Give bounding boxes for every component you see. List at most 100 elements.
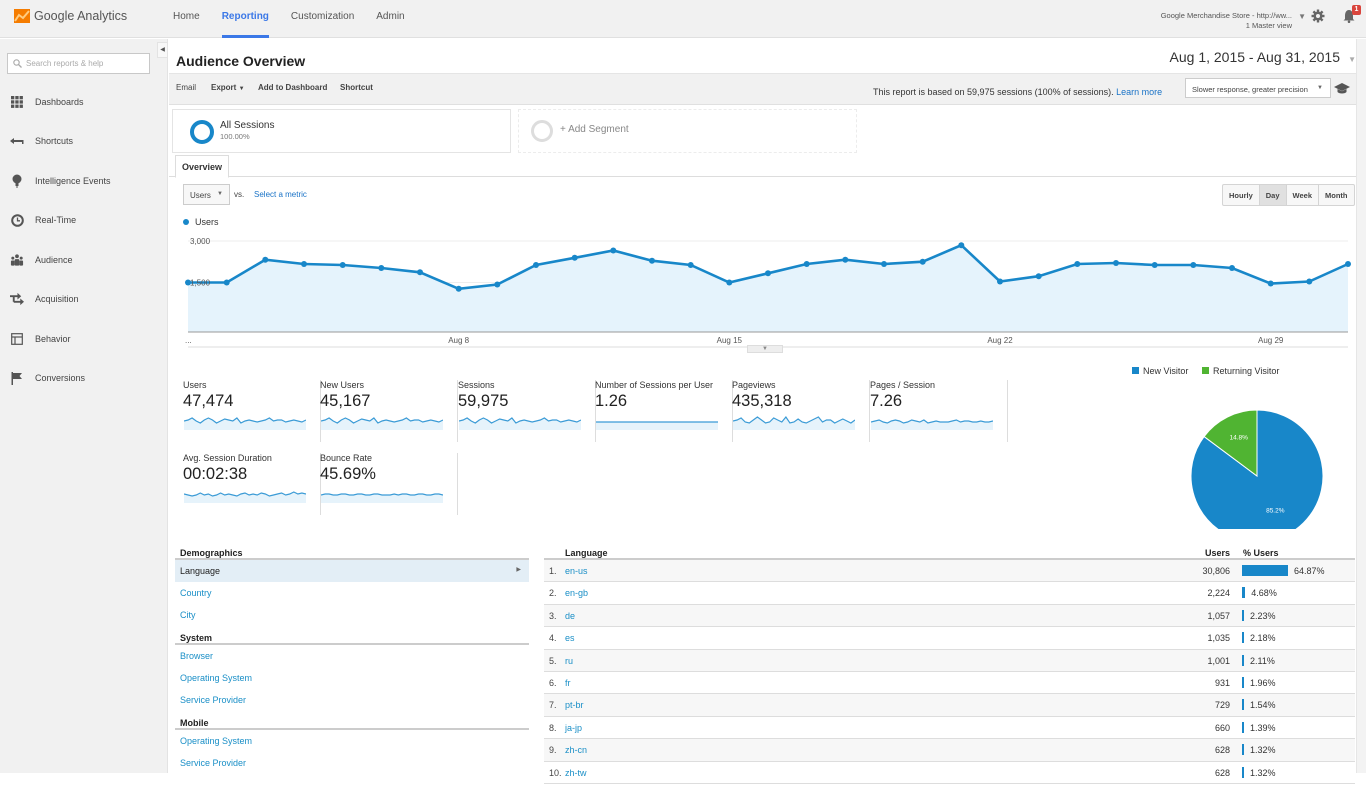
data-point[interactable] xyxy=(223,279,230,286)
nav-reporting[interactable]: Reporting xyxy=(212,0,279,38)
dim-service-provider[interactable]: Service Provider xyxy=(175,689,529,711)
ga-logo[interactable]: Google Analytics xyxy=(14,9,127,23)
legend-label[interactable]: New Visitor xyxy=(1143,366,1188,376)
shortcut-button[interactable]: Shortcut xyxy=(340,83,373,92)
pct-bar xyxy=(1242,699,1244,711)
data-point[interactable] xyxy=(1074,261,1081,267)
data-point[interactable] xyxy=(687,262,694,268)
date-range-picker[interactable]: Aug 1, 2015 - Aug 31, 2015 xyxy=(1170,49,1340,65)
language-link[interactable]: ja-jp xyxy=(565,723,582,733)
select-metric-link[interactable]: Select a metric xyxy=(254,190,307,199)
precision-select[interactable]: Slower response, greater precision ▼ xyxy=(1185,78,1331,98)
nav-customization[interactable]: Customization xyxy=(281,0,364,38)
data-point[interactable] xyxy=(958,242,965,249)
sidebar-item-shortcuts[interactable]: Shortcuts xyxy=(0,131,168,151)
language-link[interactable]: ru xyxy=(565,656,573,666)
scorecard-bounce-rate[interactable]: Bounce Rate 45.69% xyxy=(320,453,458,515)
scorecard-sessions[interactable]: Sessions 59,975 xyxy=(458,380,596,442)
segment-all-sessions[interactable]: All Sessions 100.00% xyxy=(172,109,511,153)
language-link[interactable]: zh-tw xyxy=(565,768,587,778)
data-point[interactable] xyxy=(610,247,617,254)
collapse-sidebar-button[interactable]: ◀ xyxy=(157,42,168,58)
data-point[interactable] xyxy=(726,279,733,286)
dim-city[interactable]: City xyxy=(175,604,529,626)
export-button[interactable]: Export ▼ xyxy=(211,83,245,92)
metric-select[interactable]: Users ▼ xyxy=(183,184,230,205)
sidebar-item-real-time[interactable]: Real-Time xyxy=(0,210,168,230)
chart-resize-handle[interactable]: ▼ xyxy=(747,345,783,353)
sidebar-item-behavior[interactable]: Behavior xyxy=(0,329,168,349)
sidebar-item-conversions[interactable]: Conversions xyxy=(0,368,168,388)
legend-label[interactable]: Returning Visitor xyxy=(1213,366,1279,376)
data-point[interactable] xyxy=(1267,280,1274,287)
data-point[interactable] xyxy=(1306,278,1313,285)
report-toolbar: Email Export ▼ Add to Dashboard Shortcut… xyxy=(169,74,1366,105)
tab-overview[interactable]: Overview xyxy=(175,155,230,178)
scorecard-number-of-sessions-per-user[interactable]: Number of Sessions per User 1.26 xyxy=(595,380,733,442)
scorecard-new-users[interactable]: New Users 45,167 xyxy=(320,380,458,442)
data-point[interactable] xyxy=(455,285,462,292)
scorecard-pageviews[interactable]: Pageviews 435,318 xyxy=(732,380,870,442)
data-point[interactable] xyxy=(533,262,539,268)
language-link[interactable]: es xyxy=(565,633,575,643)
sidebar-item-audience[interactable]: Audience xyxy=(0,250,168,270)
data-point[interactable] xyxy=(1035,273,1042,280)
granularity-week[interactable]: Week xyxy=(1287,185,1319,205)
add-segment-button[interactable]: + Add Segment xyxy=(518,109,857,153)
dim-country[interactable]: Country xyxy=(175,582,529,604)
language-link[interactable]: pt-br xyxy=(565,700,584,710)
data-point[interactable] xyxy=(919,258,926,265)
data-point[interactable] xyxy=(339,262,346,268)
language-link[interactable]: de xyxy=(565,611,575,621)
graduation-cap-icon[interactable] xyxy=(1334,83,1350,95)
dim-mobile-service-provider[interactable]: Service Provider xyxy=(175,752,529,774)
scorecard-avg-session-duration[interactable]: Avg. Session Duration 00:02:38 xyxy=(183,453,321,515)
data-point[interactable] xyxy=(881,261,887,267)
data-point[interactable] xyxy=(842,256,849,263)
data-point[interactable] xyxy=(1113,260,1119,266)
dim-browser[interactable]: Browser xyxy=(175,645,529,667)
data-point[interactable] xyxy=(494,281,501,288)
dimension-panel: Demographics Language ▶ Country City Syst… xyxy=(175,544,529,774)
dim-operating-system[interactable]: Operating System xyxy=(175,667,529,689)
email-button[interactable]: Email xyxy=(176,83,196,92)
nav-home[interactable]: Home xyxy=(173,0,210,38)
sidebar-item-intelligence-events[interactable]: Intelligence Events xyxy=(0,171,168,191)
language-link[interactable]: fr xyxy=(565,678,571,688)
data-point[interactable] xyxy=(1229,265,1235,271)
data-point[interactable] xyxy=(765,270,771,277)
pct-bar xyxy=(1242,632,1244,644)
search-input[interactable]: Search reports & help xyxy=(7,53,150,74)
data-point[interactable] xyxy=(378,265,385,271)
scorecard-users[interactable]: Users 47,474 xyxy=(183,380,321,442)
data-point[interactable] xyxy=(417,269,423,276)
granularity-hourly[interactable]: Hourly xyxy=(1223,185,1260,205)
granularity-month[interactable]: Month xyxy=(1319,185,1354,205)
data-point[interactable] xyxy=(571,254,578,261)
data-point[interactable] xyxy=(1345,261,1351,267)
add-to-dashboard-button[interactable]: Add to Dashboard xyxy=(258,83,327,92)
dim-mobile-operating-system[interactable]: Operating System xyxy=(175,730,529,752)
data-point[interactable] xyxy=(997,278,1003,285)
sidebar-item-acquisition[interactable]: Acquisition xyxy=(0,289,168,309)
data-point[interactable] xyxy=(262,256,269,263)
chevron-down-icon[interactable]: ▼ xyxy=(1348,55,1356,64)
account-selector[interactable]: Google Merchandise Store - http://ww... … xyxy=(1161,11,1306,31)
data-point[interactable] xyxy=(301,261,307,267)
scorecard-pages-session[interactable]: Pages / Session 7.26 xyxy=(870,380,1008,442)
language-link[interactable]: en-us xyxy=(565,566,588,576)
data-point[interactable] xyxy=(1151,262,1158,268)
data-point[interactable] xyxy=(1190,262,1197,268)
sidebar-item-dashboards[interactable]: Dashboards xyxy=(0,92,168,112)
col-users[interactable]: Users xyxy=(1205,548,1230,558)
nav-admin[interactable]: Admin xyxy=(366,0,414,38)
language-link[interactable]: zh-cn xyxy=(565,745,587,755)
data-point[interactable] xyxy=(649,257,655,264)
data-point[interactable] xyxy=(803,261,810,267)
learn-more-link[interactable]: Learn more xyxy=(1116,87,1162,97)
granularity-day[interactable]: Day xyxy=(1259,185,1287,205)
page-scrollbar[interactable] xyxy=(1356,39,1366,773)
gear-icon[interactable] xyxy=(1311,9,1325,23)
dim-language[interactable]: Language ▶ xyxy=(175,560,529,582)
language-link[interactable]: en-gb xyxy=(565,588,588,598)
